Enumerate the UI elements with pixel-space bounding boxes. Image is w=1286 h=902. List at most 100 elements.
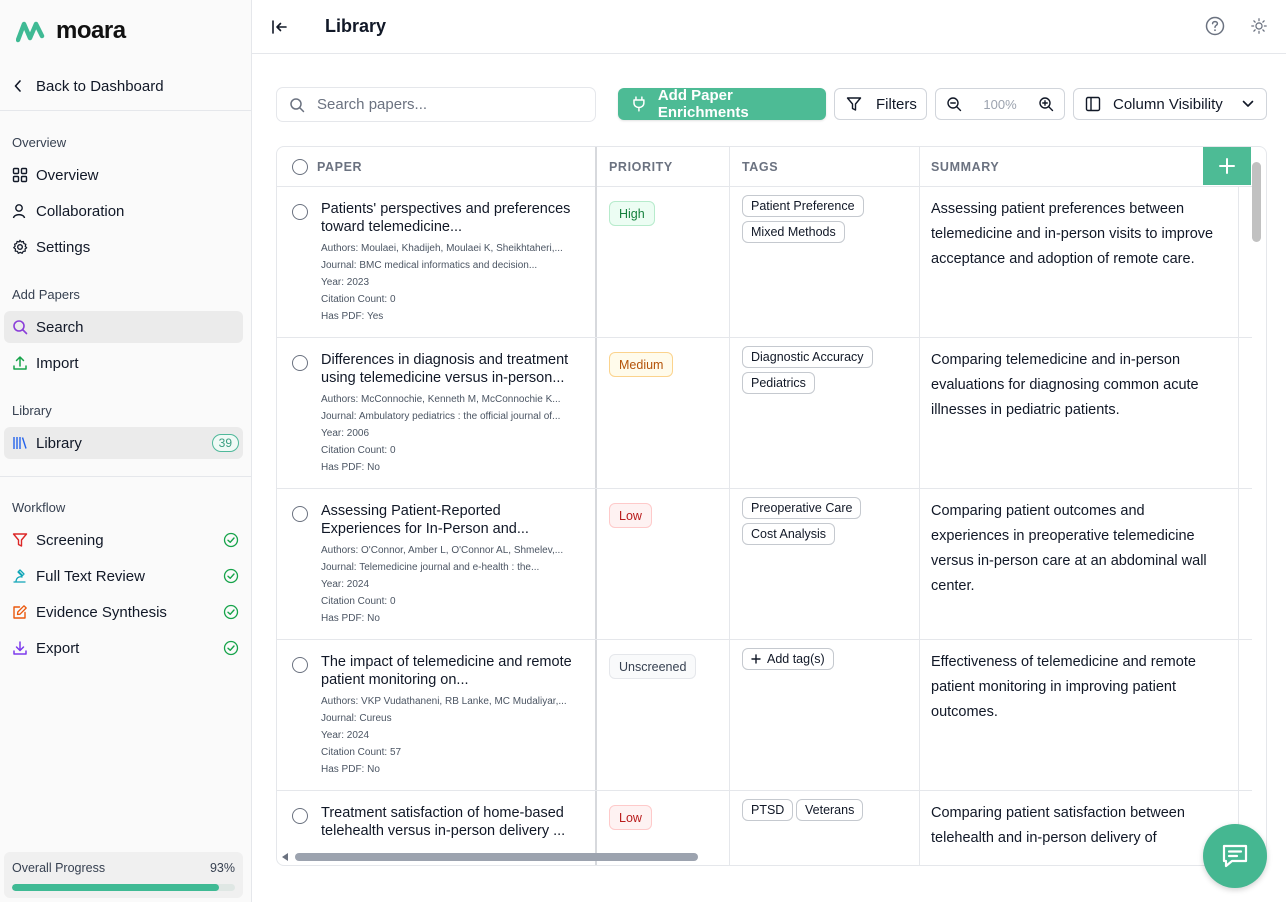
- paper-title[interactable]: The impact of telemedicine and remote pa…: [321, 653, 583, 689]
- add-paper-enrichments-button[interactable]: Add Paper Enrichments: [618, 87, 826, 121]
- paper-authors: Authors: McConnochie, Kenneth M, McConno…: [321, 394, 561, 405]
- back-to-dashboard-link[interactable]: Back to Dashboard: [12, 74, 164, 98]
- sidebar-item-label: Export: [36, 639, 80, 657]
- table-row[interactable]: Patients' perspectives and preferences t…: [277, 187, 1252, 338]
- table-row[interactable]: Differences in diagnosis and treatment u…: [277, 338, 1252, 489]
- sidebar-item-library[interactable]: Library 39: [4, 427, 243, 459]
- row-checkbox[interactable]: [292, 506, 308, 522]
- page-title: Library: [325, 16, 387, 36]
- priority-badge[interactable]: Unscreened: [609, 654, 697, 679]
- priority-badge[interactable]: Low: [609, 805, 652, 830]
- table-header: PAPER PRIORITY TAGS SUMMARY: [277, 147, 1252, 187]
- progress-fill: [12, 884, 220, 891]
- paper-journal: Journal: BMC medical informatics and dec…: [321, 260, 538, 271]
- priority-badge[interactable]: High: [609, 201, 655, 226]
- filter-icon: [846, 97, 862, 111]
- sidebar-item-label: Search: [36, 318, 84, 336]
- paper-title[interactable]: Treatment satisfaction of home-based tel…: [321, 804, 583, 840]
- tag-chip[interactable]: Cost Analysis: [742, 523, 836, 545]
- sidebar-item-label: Screening: [36, 531, 104, 549]
- sidebar-item-evidence-synthesis[interactable]: Evidence Synthesis: [4, 596, 243, 628]
- tag-chip[interactable]: PTSD: [742, 799, 794, 821]
- library-count-badge: 39: [211, 434, 239, 452]
- search-icon: [12, 319, 28, 335]
- grid-icon: [12, 167, 28, 183]
- overall-progress: Overall Progress 93%: [4, 852, 243, 898]
- column-header-priority[interactable]: PRIORITY: [609, 147, 673, 187]
- paper-title[interactable]: Patients' perspectives and preferences t…: [321, 200, 583, 236]
- chat-button[interactable]: [1203, 824, 1267, 888]
- add-tag-label: Add tag(s): [767, 652, 825, 666]
- zoom-control: 100%: [935, 88, 1065, 120]
- zoom-in-icon[interactable]: [1038, 96, 1054, 112]
- paper-citation-count: Citation Count: 0: [321, 294, 396, 305]
- select-all-checkbox[interactable]: [292, 159, 308, 175]
- tag-chip[interactable]: Diagnostic Accuracy: [742, 346, 873, 368]
- sidebar-item-import[interactable]: Import: [4, 347, 243, 379]
- tag-chip[interactable]: Preoperative Care: [742, 497, 862, 519]
- gear-icon: [12, 239, 28, 255]
- edit-icon: [12, 604, 28, 620]
- search-input[interactable]: [317, 96, 567, 113]
- sidebar-item-overview[interactable]: Overview: [4, 159, 243, 191]
- paper-citation-count: Citation Count: 0: [321, 445, 396, 456]
- filters-button[interactable]: Filters: [834, 88, 927, 120]
- progress-bar: [12, 884, 235, 891]
- row-checkbox[interactable]: [292, 657, 308, 673]
- paper-authors: Authors: VKP Vudathaneni, RB Lanke, MC M…: [321, 696, 567, 707]
- plus-icon: [751, 654, 761, 664]
- column-visibility-button[interactable]: Column Visibility: [1073, 88, 1267, 120]
- tag-chip[interactable]: Mixed Methods: [742, 221, 845, 243]
- row-checkbox[interactable]: [292, 204, 308, 220]
- tag-chip[interactable]: Pediatrics: [742, 372, 815, 394]
- help-icon[interactable]: [1205, 16, 1225, 36]
- chevron-down-icon: [1242, 100, 1254, 107]
- table-row[interactable]: The impact of telemedicine and remote pa…: [277, 640, 1252, 791]
- paper-year: Year: 2006: [321, 428, 370, 439]
- chevron-left-icon: [12, 80, 24, 92]
- sidebar-item-full-text-review[interactable]: Full Text Review: [4, 560, 243, 592]
- columns-icon: [1085, 96, 1101, 112]
- tag-chip[interactable]: Patient Preference: [742, 195, 864, 217]
- sun-icon[interactable]: [1250, 16, 1268, 36]
- row-checkbox[interactable]: [292, 355, 308, 371]
- table-row[interactable]: Assessing Patient-Reported Experiences f…: [277, 489, 1252, 640]
- paper-title[interactable]: Differences in diagnosis and treatment u…: [321, 351, 583, 387]
- paper-journal: Journal: Ambulatory pediatrics : the off…: [321, 411, 561, 422]
- collapse-sidebar-icon[interactable]: [270, 17, 290, 37]
- priority-badge[interactable]: Low: [609, 503, 652, 528]
- chat-icon: [1222, 844, 1248, 868]
- moara-logo-icon: [16, 21, 45, 43]
- enrich-label: Add Paper Enrichments: [657, 87, 749, 121]
- sidebar-item-collaboration[interactable]: Collaboration: [4, 195, 243, 227]
- search-icon: [290, 97, 305, 112]
- logo[interactable]: moara: [16, 17, 126, 45]
- paper-year: Year: 2024: [321, 579, 370, 590]
- column-header-tags[interactable]: TAGS: [742, 147, 778, 187]
- paper-summary: Comparing telemedicine and in-person eva…: [931, 352, 1199, 418]
- column-header-paper[interactable]: PAPER: [317, 147, 362, 187]
- paper-summary: Assessing patient preferences between te…: [931, 201, 1214, 267]
- vertical-scrollbar[interactable]: [1252, 162, 1261, 242]
- progress-value: 93%: [209, 861, 235, 875]
- sidebar-item-search[interactable]: Search: [4, 311, 243, 343]
- sidebar-item-settings[interactable]: Settings: [4, 231, 243, 263]
- row-checkbox[interactable]: [292, 808, 308, 824]
- horizontal-scrollbar[interactable]: [295, 853, 698, 861]
- back-label: Back to Dashboard: [36, 77, 164, 95]
- divider: [0, 476, 251, 477]
- sidebar-item-screening[interactable]: Screening: [4, 524, 243, 556]
- tag-chip[interactable]: Veterans: [796, 799, 864, 821]
- column-header-summary[interactable]: SUMMARY: [931, 147, 999, 187]
- zoom-out-icon[interactable]: [946, 96, 962, 112]
- scroll-left-arrow-icon[interactable]: [282, 853, 288, 861]
- sidebar-item-export[interactable]: Export: [4, 632, 243, 664]
- add-tag-button[interactable]: Add tag(s): [742, 648, 834, 670]
- priority-badge[interactable]: Medium: [609, 352, 674, 377]
- search-box[interactable]: [276, 87, 596, 122]
- paper-journal: Journal: Cureus: [321, 713, 392, 724]
- paper-title[interactable]: Assessing Patient-Reported Experiences f…: [321, 502, 583, 538]
- microscope-icon: [12, 568, 28, 584]
- paper-has-pdf: Has PDF: Yes: [321, 311, 384, 322]
- add-column-button[interactable]: [1203, 147, 1251, 185]
